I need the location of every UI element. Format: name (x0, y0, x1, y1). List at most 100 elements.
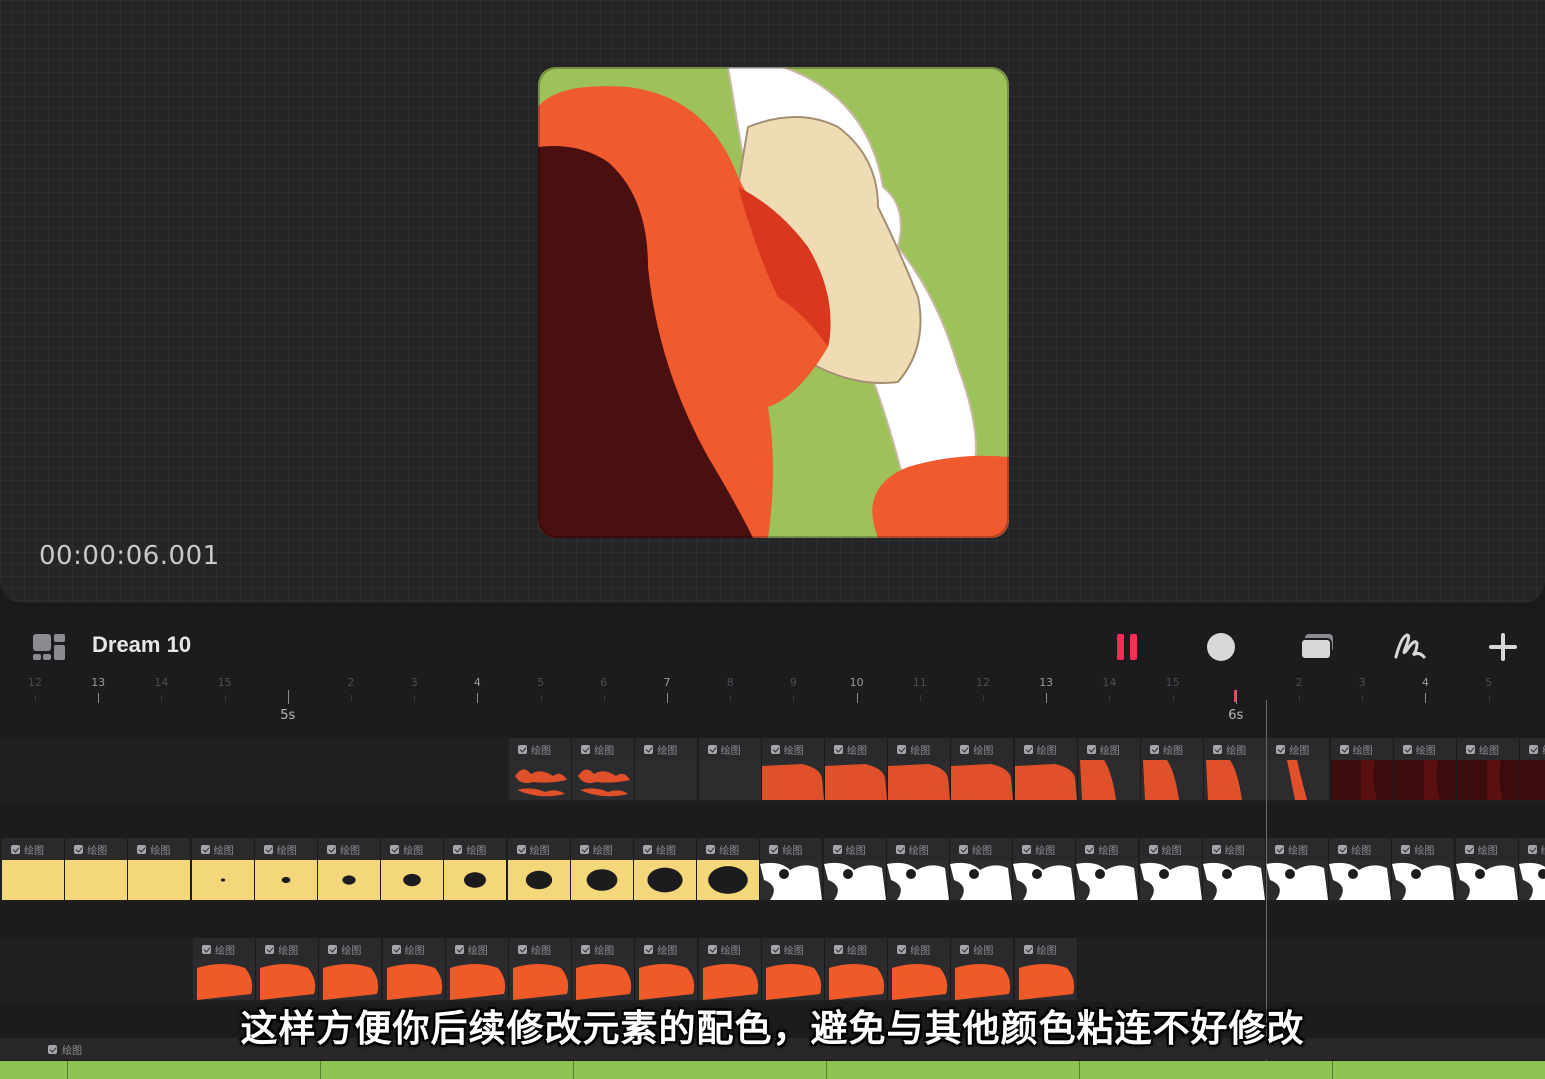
frame-visibility-checkbox[interactable] (1527, 844, 1537, 854)
frame-visibility-checkbox[interactable] (770, 744, 780, 754)
frame-thumbnail[interactable] (886, 860, 950, 900)
pause-icon[interactable] (1112, 632, 1142, 662)
frame-thumbnail[interactable] (823, 860, 887, 900)
frame-cell[interactable]: 绘图 (2, 838, 65, 900)
frame-thumbnail[interactable] (381, 860, 445, 900)
frame-thumbnail[interactable] (951, 960, 1015, 1000)
frame-visibility-checkbox[interactable] (391, 944, 401, 954)
frame-visibility-checkbox[interactable] (390, 844, 400, 854)
frame-thumbnail[interactable] (1520, 760, 1545, 800)
frame-visibility-checkbox[interactable] (518, 944, 527, 954)
frame-visibility-checkbox[interactable] (263, 844, 273, 854)
frame-cell[interactable]: 绘图 (634, 838, 697, 900)
frame-cell[interactable]: 绘图 (760, 838, 824, 900)
frame-visibility-checkbox[interactable] (834, 944, 843, 954)
frame-visibility-checkbox[interactable] (1213, 744, 1223, 754)
frame-cell[interactable]: 绘图 (1455, 838, 1519, 900)
frame-visibility-checkbox[interactable] (770, 944, 780, 954)
frame-visibility-checkbox[interactable] (897, 744, 907, 754)
frame-cell[interactable]: 绘图 (65, 838, 129, 900)
frame-thumbnail[interactable] (698, 760, 762, 800)
frame-thumbnail[interactable] (888, 760, 952, 800)
frame-cell[interactable]: 绘图 (191, 838, 255, 900)
frame-visibility-checkbox[interactable] (1339, 744, 1349, 754)
frame-thumbnail[interactable] (1202, 860, 1266, 900)
frame-cell[interactable]: 绘图 (381, 838, 445, 900)
frame-thumbnail[interactable] (950, 860, 1013, 900)
frame-cell[interactable]: 绘图 (509, 938, 572, 1000)
frame-thumbnail[interactable] (825, 960, 888, 1000)
frame-thumbnail[interactable] (382, 960, 446, 1000)
frame-cell[interactable]: 绘图 (507, 838, 571, 900)
frame-thumbnail[interactable] (444, 860, 508, 900)
frame-cell[interactable]: 绘图 (1457, 738, 1520, 800)
frame-cell[interactable]: 绘图 (888, 938, 952, 1000)
frame-visibility-checkbox[interactable] (137, 844, 147, 854)
frame-cell[interactable]: 绘图 (1329, 838, 1393, 900)
frame-cell[interactable]: 绘图 (1520, 738, 1545, 800)
frame-cell[interactable]: 绘图 (635, 738, 699, 800)
frame-thumbnail[interactable] (1139, 860, 1203, 900)
frame-thumbnail[interactable] (1014, 960, 1078, 1000)
frame-cell[interactable]: 绘图 (193, 938, 256, 1000)
time-ruler[interactable]: 12 13 14 15 2 3 4 5 6 7 8 9 10 11 12 13 14 15 2 3 4 5 5s 6s (0, 674, 1545, 724)
record-circle-icon[interactable] (1204, 630, 1238, 664)
frame-visibility-checkbox[interactable] (1022, 844, 1032, 854)
frame-visibility-checkbox[interactable] (769, 844, 779, 854)
frame-cell[interactable]: 绘图 (825, 738, 888, 800)
frame-cell[interactable]: 绘图 (1204, 738, 1268, 800)
background-frame-bar[interactable] (0, 1061, 1545, 1079)
frame-thumbnail[interactable] (1457, 760, 1520, 800)
frame-cell[interactable]: 绘图 (951, 938, 1015, 1000)
frame-thumbnail[interactable] (635, 760, 699, 800)
frame-visibility-checkbox[interactable] (1085, 844, 1095, 854)
frame-thumbnail[interactable] (1267, 760, 1331, 800)
frame-visibility-checkbox[interactable] (643, 844, 652, 854)
frame-thumbnail[interactable] (319, 960, 383, 1000)
frame-cell[interactable]: 绘图 (570, 838, 634, 900)
frame-thumbnail[interactable] (65, 860, 129, 900)
frame-visibility-checkbox[interactable] (265, 944, 275, 954)
frame-thumbnail[interactable] (1518, 860, 1545, 900)
frame-cell[interactable]: 绘图 (950, 838, 1013, 900)
frame-visibility-checkbox[interactable] (328, 944, 338, 954)
frame-visibility-checkbox[interactable] (200, 844, 210, 854)
frame-cell[interactable]: 绘图 (572, 938, 636, 1000)
frame-visibility-checkbox[interactable] (1402, 744, 1412, 754)
frame-visibility-checkbox[interactable] (327, 844, 336, 854)
frame-cell[interactable]: 绘图 (382, 938, 446, 1000)
frame-cell[interactable]: 绘图 (256, 938, 320, 1000)
frame-visibility-checkbox[interactable] (960, 944, 970, 954)
frame-cell[interactable]: 绘图 (761, 938, 825, 1000)
frame-cell[interactable]: 绘图 (509, 738, 572, 800)
frame-thumbnail[interactable] (1076, 860, 1140, 900)
frame-thumbnail[interactable] (1329, 860, 1393, 900)
frame-cell[interactable]: 绘图 (951, 738, 1015, 800)
frame-cell[interactable]: 绘图 (1393, 738, 1457, 800)
frame-thumbnail[interactable] (1014, 760, 1078, 800)
frame-cell[interactable]: 绘图 (1077, 738, 1141, 800)
frame-visibility-checkbox[interactable] (579, 844, 589, 854)
frame-visibility-checkbox[interactable] (1464, 844, 1474, 854)
frame-thumbnail[interactable] (509, 760, 572, 800)
frame-thumbnail[interactable] (635, 960, 699, 1000)
frame-visibility-checkbox[interactable] (895, 844, 905, 854)
frame-thumbnail[interactable] (634, 860, 697, 900)
frame-cell[interactable]: 绘图 (761, 738, 825, 800)
onion-skin-layers-icon[interactable] (1298, 632, 1336, 662)
project-title[interactable]: Dream 10 (92, 632, 191, 658)
frame-thumbnail[interactable] (570, 860, 634, 900)
frame-visibility-checkbox[interactable] (1148, 844, 1158, 854)
frame-cell[interactable]: 绘图 (444, 838, 508, 900)
frame-cell[interactable]: 绘图 (1267, 738, 1331, 800)
frame-visibility-checkbox[interactable] (960, 744, 970, 754)
frame-visibility-checkbox[interactable] (74, 844, 84, 854)
frame-cell[interactable]: 绘图 (886, 838, 950, 900)
frame-cell[interactable]: 绘图 (1518, 838, 1545, 900)
frame-thumbnail[interactable] (1266, 860, 1329, 900)
frame-visibility-checkbox[interactable] (1276, 744, 1286, 754)
frame-thumbnail[interactable] (760, 860, 824, 900)
frame-visibility-checkbox[interactable] (1086, 744, 1096, 754)
frame-thumbnail[interactable] (1077, 760, 1141, 800)
frame-cell[interactable]: 绘图 (888, 738, 952, 800)
